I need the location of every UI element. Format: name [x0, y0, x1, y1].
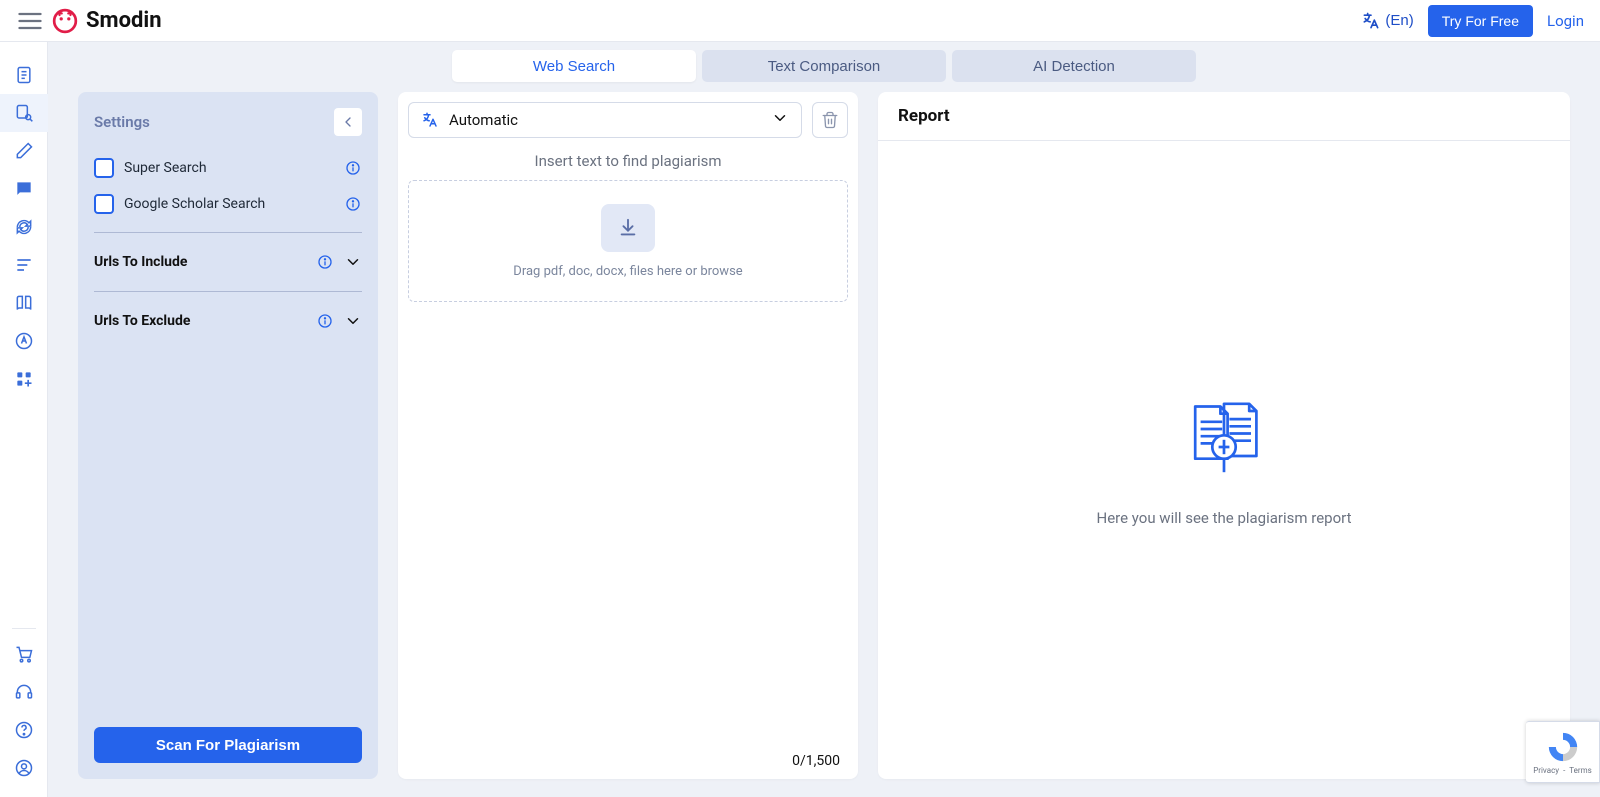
- rail-item-plagiarism[interactable]: [0, 94, 48, 132]
- report-placeholder-text: Here you will see the plagiarism report: [1097, 509, 1352, 527]
- doc-search-icon: [14, 103, 34, 123]
- a-plus-icon: [14, 331, 34, 351]
- app-header: Smodin (En) Try For Free Login: [0, 0, 1600, 42]
- try-for-free-button[interactable]: Try For Free: [1428, 5, 1533, 37]
- app-logo[interactable]: Smodin: [52, 8, 162, 34]
- info-icon: [317, 313, 333, 329]
- headset-icon: [14, 682, 34, 702]
- report-docs-icon: [1179, 393, 1269, 483]
- lines-icon: [14, 255, 34, 275]
- chevron-down-icon: [344, 253, 362, 271]
- arrow-loop-icon: [14, 217, 34, 237]
- report-title: Report: [878, 92, 1570, 141]
- recaptcha-links: Privacy - Terms: [1533, 766, 1592, 775]
- login-link[interactable]: Login: [1547, 12, 1584, 30]
- rail-item-rewrite[interactable]: [0, 208, 48, 246]
- super-search-info[interactable]: [344, 159, 362, 177]
- rail-item-write[interactable]: [0, 132, 48, 170]
- rail-item-research[interactable]: [0, 284, 48, 322]
- translate-icon: [421, 111, 439, 129]
- menu-button[interactable]: [16, 7, 44, 35]
- tab-text-comparison[interactable]: Text Comparison: [702, 50, 946, 82]
- dropzone-text: Drag pdf, doc, docx, files here or brows…: [513, 264, 742, 279]
- recaptcha-icon: [1546, 730, 1580, 764]
- help-icon: [14, 720, 34, 740]
- rail-item-cart[interactable]: [0, 635, 48, 673]
- logo-icon: [52, 8, 78, 34]
- user-icon: [14, 758, 34, 778]
- chevron-left-icon: [340, 114, 356, 130]
- rail-divider: [12, 628, 36, 629]
- language-select-value: Automatic: [449, 111, 518, 129]
- document-icon: [14, 65, 34, 85]
- tab-ai-detection[interactable]: AI Detection: [952, 50, 1196, 82]
- language-label: (En): [1385, 12, 1413, 29]
- main-content: Web Search Text Comparison AI Detection …: [48, 42, 1600, 797]
- info-icon: [317, 254, 333, 270]
- rail-item-support[interactable]: [0, 673, 48, 711]
- collapse-settings-button[interactable]: [334, 108, 362, 136]
- report-illustration: [1179, 393, 1269, 487]
- file-dropzone[interactable]: Drag pdf, doc, docx, files here or brows…: [408, 180, 848, 302]
- rail-item-chat[interactable]: [0, 170, 48, 208]
- settings-panel: Settings Super Search Google Scholar Sea…: [78, 92, 378, 779]
- insert-text-prompt: Insert text to find plagiarism: [408, 152, 848, 170]
- rail-item-help[interactable]: [0, 711, 48, 749]
- language-select[interactable]: Automatic: [408, 102, 802, 138]
- chevron-down-icon: [344, 312, 362, 330]
- pencil-icon: [14, 141, 34, 161]
- settings-title: Settings: [94, 113, 150, 131]
- tab-web-search[interactable]: Web Search: [452, 50, 696, 82]
- super-search-row: Super Search: [94, 150, 362, 186]
- trash-icon: [821, 111, 839, 129]
- divider: [94, 291, 362, 292]
- chat-icon: [14, 179, 34, 199]
- report-panel: Report: [878, 92, 1570, 779]
- urls-include-label: Urls To Include: [94, 254, 306, 270]
- mode-tabs: Web Search Text Comparison AI Detection: [48, 42, 1600, 92]
- google-scholar-label: Google Scholar Search: [124, 196, 334, 212]
- urls-exclude-label: Urls To Exclude: [94, 313, 306, 329]
- info-icon: [345, 196, 361, 212]
- super-search-label: Super Search: [124, 160, 334, 176]
- app-name: Smodin: [86, 8, 162, 33]
- translate-icon: [1361, 11, 1381, 31]
- super-search-checkbox[interactable]: [94, 158, 114, 178]
- google-scholar-row: Google Scholar Search: [94, 186, 362, 222]
- cart-icon: [14, 644, 34, 664]
- urls-exclude-toggle[interactable]: Urls To Exclude: [94, 302, 362, 340]
- book-icon: [14, 293, 34, 313]
- urls-include-toggle[interactable]: Urls To Include: [94, 243, 362, 281]
- google-scholar-info[interactable]: [344, 195, 362, 213]
- scan-for-plagiarism-button[interactable]: Scan For Plagiarism: [94, 727, 362, 763]
- rail-item-outline[interactable]: [0, 246, 48, 284]
- left-nav-rail: [0, 42, 48, 797]
- urls-include-info[interactable]: [316, 253, 334, 271]
- recaptcha-terms-link[interactable]: Terms: [1569, 766, 1591, 775]
- input-panel: Automatic Insert text to find plagiarism: [398, 92, 858, 779]
- grid-plus-icon: [14, 369, 34, 389]
- character-counter: 0/1,500: [792, 753, 840, 769]
- chevron-down-icon: [771, 109, 789, 131]
- upload-icon-container: [601, 204, 655, 252]
- upload-icon: [617, 217, 639, 239]
- rail-item-grade[interactable]: [0, 322, 48, 360]
- clear-text-button[interactable]: [812, 102, 848, 138]
- rail-item-all-tools[interactable]: [0, 360, 48, 398]
- divider: [94, 232, 362, 233]
- rail-item-summarize[interactable]: [0, 56, 48, 94]
- hamburger-icon: [16, 7, 44, 35]
- info-icon: [345, 160, 361, 176]
- language-selector[interactable]: (En): [1361, 11, 1413, 31]
- urls-exclude-info[interactable]: [316, 312, 334, 330]
- google-scholar-checkbox[interactable]: [94, 194, 114, 214]
- recaptcha-badge[interactable]: Privacy - Terms: [1526, 721, 1600, 783]
- recaptcha-privacy-link[interactable]: Privacy: [1533, 766, 1559, 775]
- rail-item-account[interactable]: [0, 749, 48, 787]
